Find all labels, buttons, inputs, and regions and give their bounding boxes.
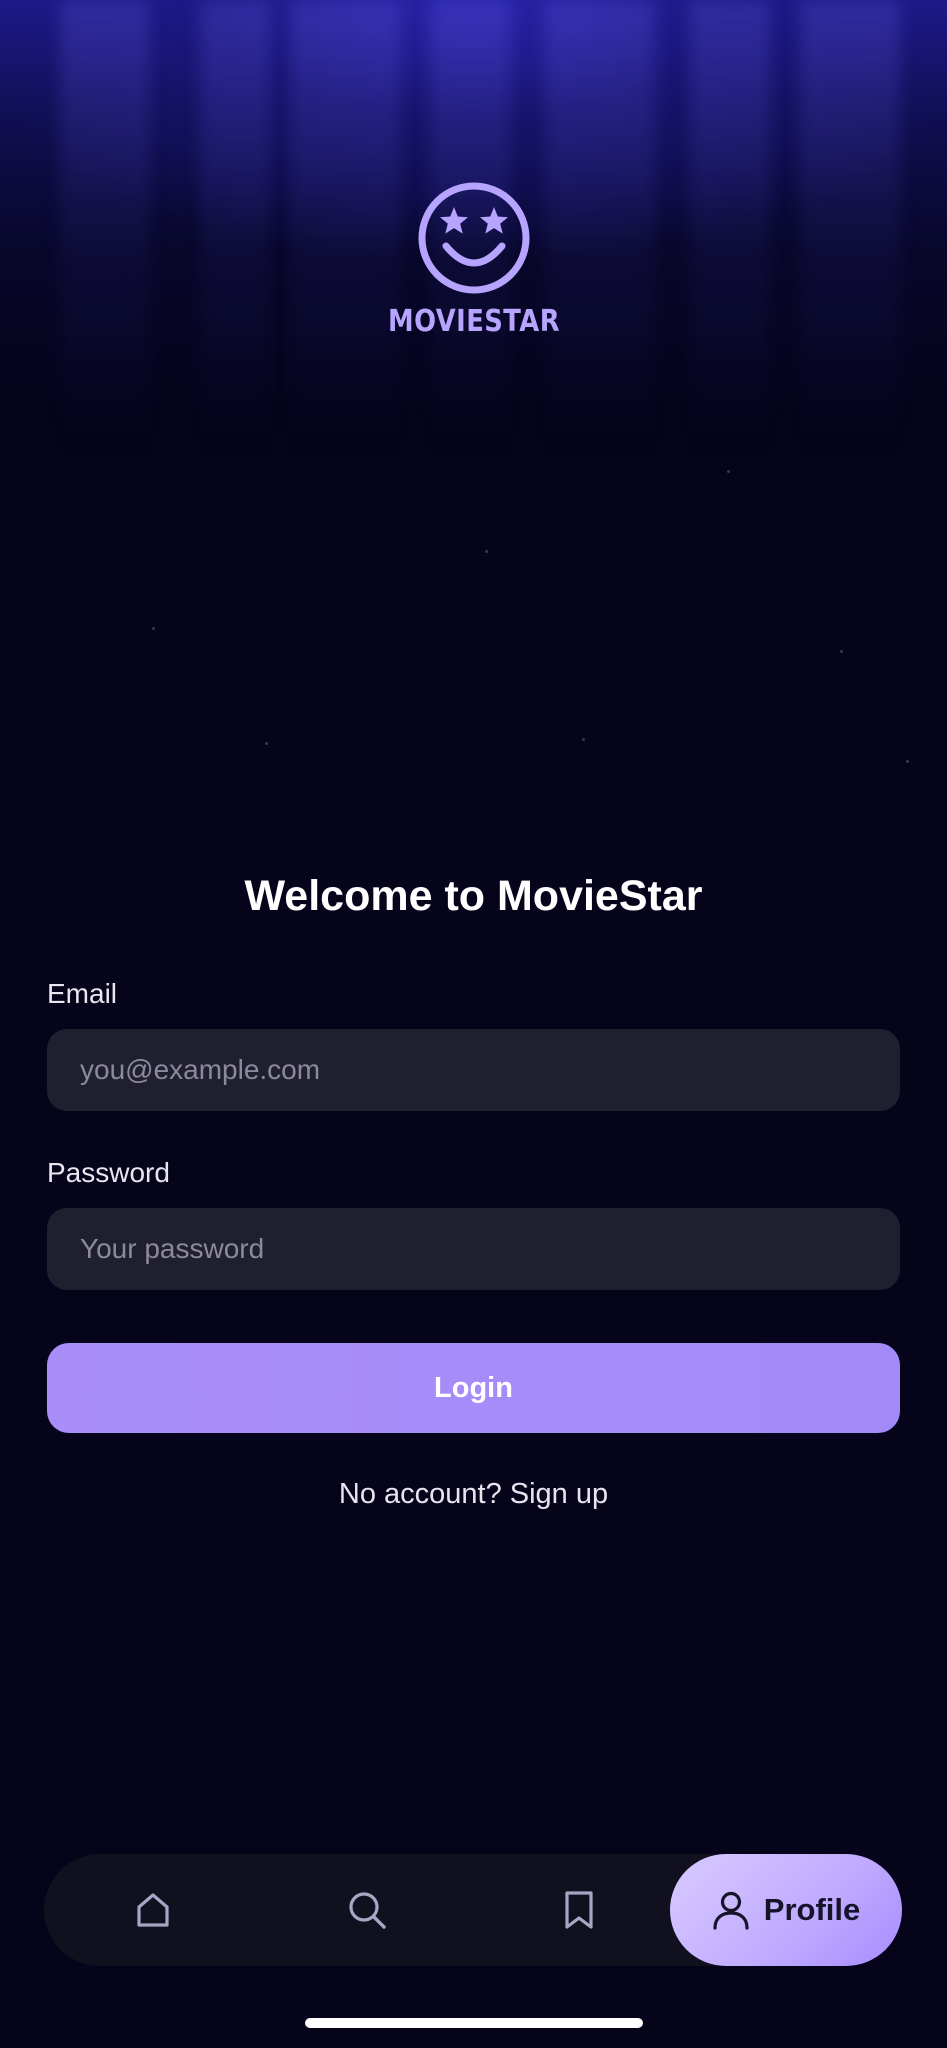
tab-home[interactable] (100, 1854, 206, 1966)
star-dot (727, 470, 730, 473)
login-screen: MOVIESTAR Welcome to MovieStar Email Pas… (0, 0, 947, 2048)
email-label: Email (47, 978, 118, 1009)
user-icon (713, 1891, 749, 1930)
login-button[interactable]: Login (47, 1343, 900, 1433)
star-dot (485, 550, 488, 553)
tab-profile[interactable]: Profile (670, 1854, 902, 1966)
page-title: Welcome to MovieStar (244, 872, 703, 920)
app-logo: MOVIESTAR (0, 180, 947, 339)
tab-search[interactable] (314, 1854, 420, 1966)
tab-bookmarks[interactable] (526, 1854, 632, 1966)
home-icon (137, 1893, 169, 1927)
bookmark-icon (565, 1891, 593, 1929)
star-dot (840, 650, 843, 653)
search-icon (349, 1892, 386, 1929)
email-field-container[interactable] (47, 1029, 900, 1111)
email-field[interactable] (78, 1053, 869, 1087)
password-field-container[interactable] (47, 1208, 900, 1290)
signup-link[interactable]: No account? Sign up (0, 1478, 947, 1511)
password-label: Password (47, 1157, 170, 1188)
star-dot (152, 627, 155, 630)
star-dot (265, 742, 268, 745)
star-eyes-smiley-icon (418, 182, 529, 294)
logo-wordmark: MOVIESTAR (387, 304, 560, 339)
tab-profile-label: Profile (763, 1892, 861, 1927)
home-indicator (305, 2018, 643, 2028)
star-dot (582, 738, 585, 741)
star-dot (906, 760, 909, 763)
password-field[interactable] (78, 1232, 869, 1266)
